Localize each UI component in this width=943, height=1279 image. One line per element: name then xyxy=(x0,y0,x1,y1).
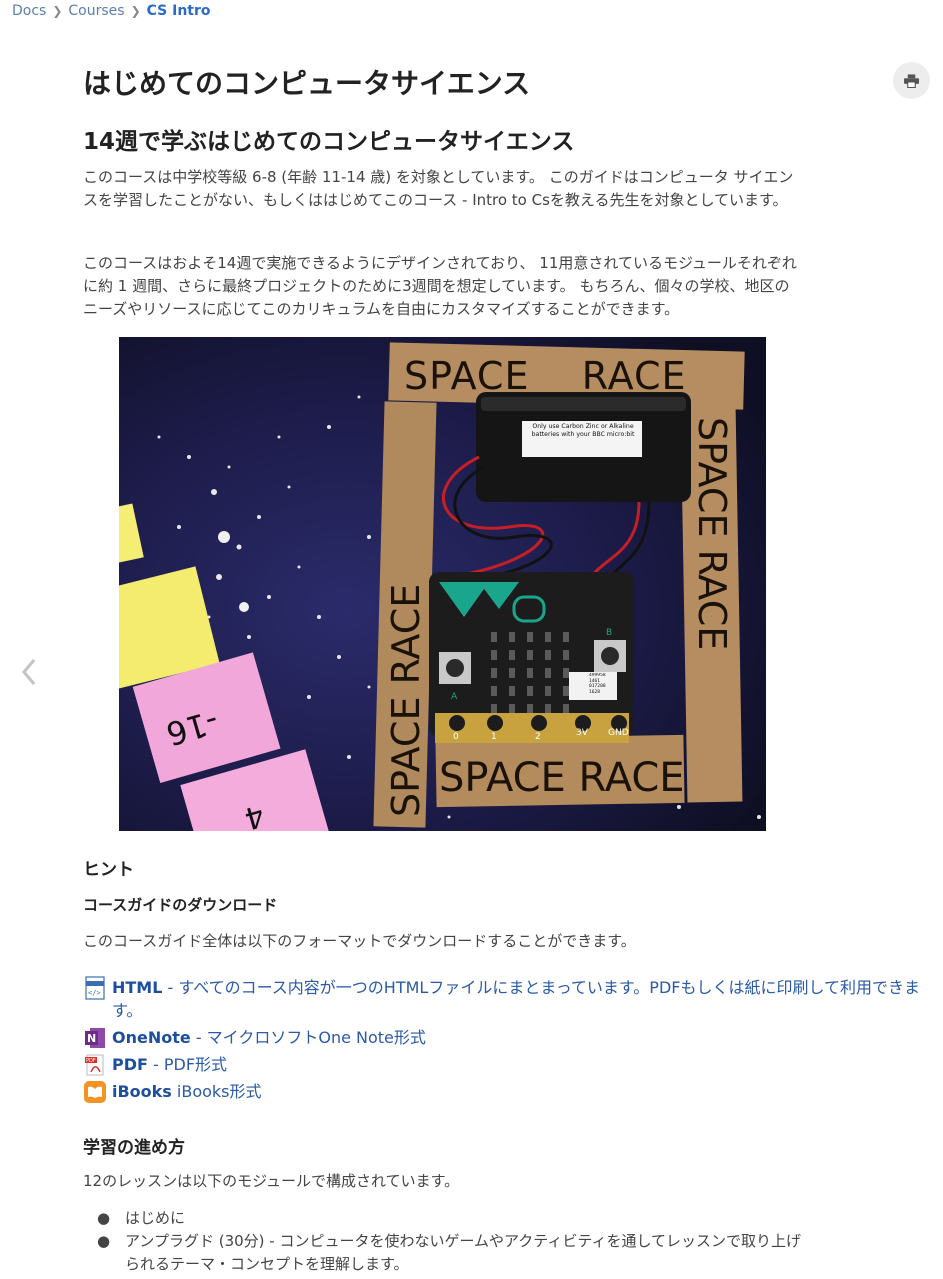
svg-text:SPACE RACE: SPACE RACE xyxy=(439,755,685,801)
progress-heading: 学習の進め方 xyxy=(83,1138,185,1158)
svg-text:2: 2 xyxy=(535,732,541,742)
breadcrumb: Docs ❯ Courses ❯ CS Intro xyxy=(12,3,211,19)
download-name: iBooks xyxy=(112,1082,172,1101)
svg-text:0: 0 xyxy=(453,732,459,742)
list-item: ● アンプラグド (30分) - コンピュータを使わないゲームやアクティビティを通… xyxy=(97,1232,802,1273)
download-onenote-link[interactable]: N OneNote - マイクロソフトOne Note形式 xyxy=(84,1026,929,1049)
intro-paragraph-2: このコースはおよそ14週で実施できるようにデザインされており、 11用意されてい… xyxy=(83,254,797,318)
download-heading: コースガイドのダウンロード xyxy=(83,896,278,914)
svg-text:</>: </> xyxy=(88,989,101,997)
printer-icon xyxy=(904,73,919,88)
download-desc: iBooks形式 xyxy=(171,1082,262,1101)
download-ibooks-link[interactable]: iBooks iBooks形式 xyxy=(84,1080,929,1103)
svg-text:SPACE RACE: SPACE RACE xyxy=(404,354,687,398)
list-item-text: アンプラグド (30分) - コンピュータを使わないゲームやアクティビティを通し… xyxy=(125,1232,802,1273)
progress-intro: 12のレッスンは以下のモジュールで構成されています。 xyxy=(83,1172,460,1190)
download-desc: - すべてのコース内容が一つのHTMLファイルにまとまっています。PDFもしくは… xyxy=(112,978,920,1020)
download-name: HTML xyxy=(112,978,163,997)
intro-paragraph-1: このコースは中学校等級 6-8 (年齢 11-14 歳) を対象としています。 … xyxy=(83,168,794,209)
download-list: </> HTML - すべてのコース内容が一つのHTMLファイルにまとまっていま… xyxy=(84,976,929,1107)
svg-text:A: A xyxy=(451,692,458,702)
onenote-icon: N xyxy=(84,1027,106,1049)
download-desc: - マイクロソフトOne Note形式 xyxy=(190,1028,426,1047)
html-file-icon: </> xyxy=(84,976,106,1000)
list-item: ● はじめに xyxy=(97,1209,186,1227)
svg-text:SPACE RACE: SPACE RACE xyxy=(384,584,428,817)
svg-text:GND: GND xyxy=(608,728,629,738)
breadcrumb-current[interactable]: CS Intro xyxy=(147,3,211,19)
download-name: OneNote xyxy=(112,1028,191,1047)
course-hero-image: -16 4 SPACE RACE SPACE RACE SPACE RACE S… xyxy=(119,337,766,831)
svg-text:B: B xyxy=(606,628,612,638)
pdf-icon: PDF xyxy=(84,1054,106,1076)
section-title: 14週で学ぶはじめてのコンピュータサイエンス xyxy=(83,129,575,155)
battery-pack: Only use Carbon Zinc or Alkaline batteri… xyxy=(476,392,691,502)
breadcrumb-docs[interactable]: Docs xyxy=(12,3,46,19)
chevron-right-icon: ❯ xyxy=(52,4,63,18)
chevron-left-icon xyxy=(22,659,36,685)
carousel-prev-button[interactable] xyxy=(20,655,38,695)
svg-text:PDF: PDF xyxy=(86,1058,96,1064)
microbit-board: A B 499958 1461 017208 1628 0 1 2 3V GND xyxy=(429,572,634,743)
breadcrumb-courses[interactable]: Courses xyxy=(68,3,124,19)
download-html-link[interactable]: </> HTML - すべてのコース内容が一つのHTMLファイルにまとまっていま… xyxy=(84,976,929,1022)
hints-heading: ヒント xyxy=(83,860,134,880)
svg-text:1: 1 xyxy=(491,732,497,742)
download-pdf-link[interactable]: PDF PDF - PDF形式 xyxy=(84,1053,929,1076)
print-button[interactable] xyxy=(893,62,930,99)
svg-text:SPACE RACE: SPACE RACE xyxy=(690,417,734,650)
list-item-text: はじめに xyxy=(125,1209,186,1227)
download-desc: - PDF形式 xyxy=(147,1055,228,1074)
download-intro: このコースガイド全体は以下のフォーマットでダウンロードすることができます。 xyxy=(83,932,636,950)
chevron-right-icon: ❯ xyxy=(130,4,141,18)
module-list: ● はじめに ● アンプラグド (30分) - コンピュータを使わないゲームやアクテ… xyxy=(83,1207,803,1276)
svg-text:3V: 3V xyxy=(576,728,589,738)
download-name: PDF xyxy=(112,1055,148,1074)
ibooks-icon xyxy=(84,1081,106,1103)
page-title: はじめてのコンピュータサイエンス xyxy=(83,67,531,100)
svg-text:N: N xyxy=(87,1032,96,1045)
